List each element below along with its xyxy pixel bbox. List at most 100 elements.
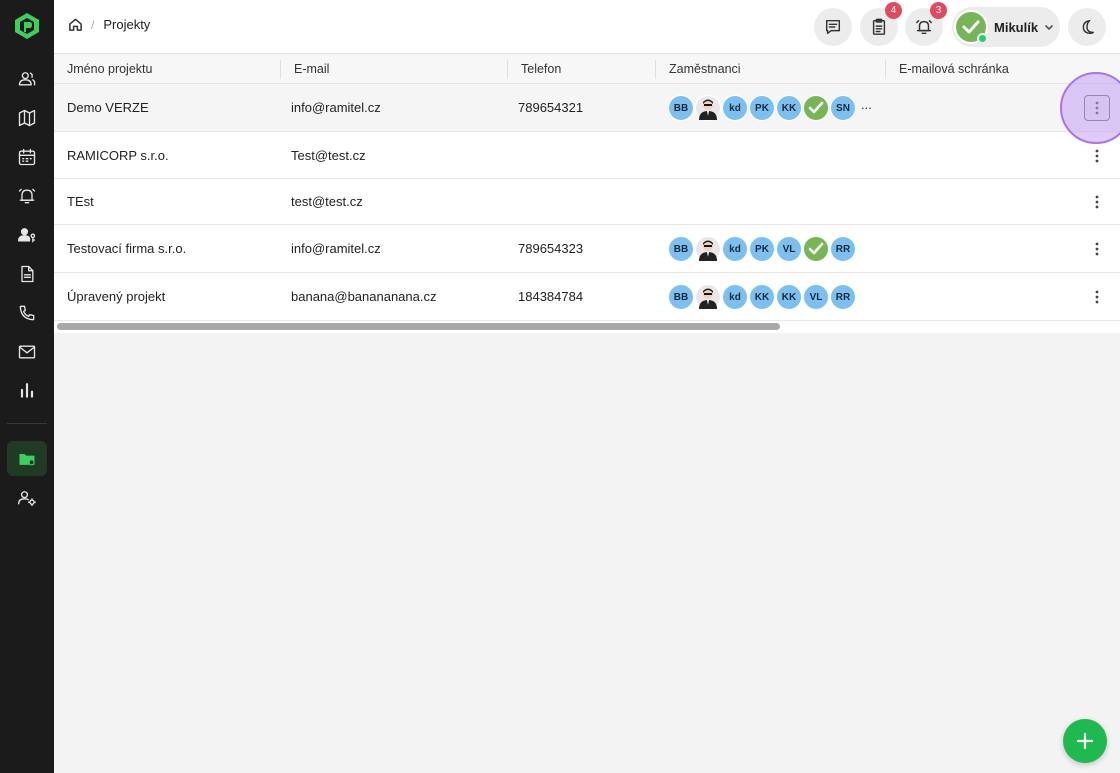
employee-avatar[interactable]: KK (776, 284, 802, 310)
breadcrumb-current: Projekty (103, 17, 151, 32)
project-email: Test@test.cz (291, 148, 366, 163)
employee-avatar[interactable]: RR (830, 236, 856, 262)
table-header: Jméno projektu E-mail Telefon Zaměstnanc… (54, 55, 1120, 84)
row-menu-button[interactable] (1084, 236, 1110, 262)
employee-avatar[interactable]: BB (668, 236, 694, 262)
tasks-button[interactable]: 4 (860, 2, 902, 46)
employee-avatar-photo[interactable] (695, 95, 721, 121)
project-phone: 184384784 (518, 289, 584, 304)
project-phone: 789654323 (518, 241, 584, 256)
column-header-employees[interactable]: Zaměstnanci (655, 60, 741, 79)
employee-avatar[interactable]: KK (749, 284, 775, 310)
row-menu-button[interactable] (1084, 189, 1110, 215)
employee-avatar[interactable]: BB (668, 284, 694, 310)
project-name: Úpravený projekt (67, 289, 166, 304)
sidebar-users-icon[interactable] (15, 67, 39, 91)
more-employees-indicator: ... (861, 97, 872, 112)
breadcrumb: / Projekty (68, 17, 150, 32)
plus-icon (1076, 732, 1094, 750)
employee-avatar[interactable]: KK (776, 95, 802, 121)
employee-avatar[interactable]: VL (803, 284, 829, 310)
column-header-mailbox[interactable]: E-mailová schránka (885, 60, 1009, 79)
column-header-name[interactable]: Jméno projektu (54, 55, 152, 84)
column-header-phone[interactable]: Telefon (507, 60, 561, 79)
project-email: banana@banananana.cz (291, 289, 437, 304)
employee-avatar[interactable]: BB (668, 95, 694, 121)
notifications-badge: 3 (930, 2, 947, 19)
project-name: TEst (67, 194, 94, 209)
employee-avatar[interactable]: VL (776, 236, 802, 262)
sidebar-map-icon[interactable] (15, 106, 39, 130)
chat-button[interactable] (814, 8, 852, 46)
check-icon (808, 101, 824, 114)
clipboard-icon (872, 18, 886, 35)
bell-icon (916, 19, 932, 35)
more-vertical-icon (1095, 290, 1099, 304)
breadcrumb-separator: / (91, 17, 95, 32)
sidebar (0, 0, 54, 773)
sidebar-phone-icon[interactable] (15, 301, 39, 325)
employee-avatar[interactable]: kd (722, 236, 748, 262)
row-menu-button[interactable] (1084, 284, 1110, 310)
notifications-button[interactable]: 3 (905, 2, 947, 46)
employee-avatar[interactable]: PK (749, 95, 775, 121)
project-phone: 789654321 (518, 100, 584, 115)
employee-avatar[interactable]: kd (722, 95, 748, 121)
sidebar-user-key-icon[interactable] (15, 223, 39, 247)
theme-toggle-button[interactable] (1068, 8, 1106, 46)
sidebar-alarm-icon[interactable] (15, 184, 39, 208)
table-row[interactable]: Úpravený projekt banana@banananana.cz 1843… (54, 273, 1120, 321)
check-icon (808, 242, 824, 255)
table-row[interactable]: TEst test@test.cz (54, 179, 1120, 225)
top-header: / Projekty 4 3 Mikulík (54, 0, 1120, 54)
sidebar-divider (7, 423, 47, 424)
sidebar-user-settings-icon[interactable] (15, 486, 39, 510)
project-name: Demo VERZE (67, 100, 149, 115)
home-icon[interactable] (68, 17, 83, 32)
user-name: Mikulík (994, 19, 1039, 35)
employee-avatar[interactable]: kd (722, 284, 748, 310)
employee-avatar-photo[interactable] (695, 236, 721, 262)
table-row[interactable]: RAMICORP s.r.o. Test@test.cz (54, 133, 1120, 179)
table-row[interactable]: Testovací firma s.r.o. info@ramitel.cz 789… (54, 225, 1120, 273)
projects-table: Jméno projektu E-mail Telefon Zaměstnanc… (54, 55, 1120, 333)
employee-avatar[interactable]: RR (830, 284, 856, 310)
column-header-email[interactable]: E-mail (280, 60, 329, 79)
user-menu[interactable]: Mikulík (952, 7, 1060, 47)
more-vertical-icon (1095, 242, 1099, 256)
project-email: info@ramitel.cz (291, 100, 381, 115)
row-menu-button[interactable] (1084, 143, 1110, 169)
employee-avatar-photo[interactable] (695, 284, 721, 310)
add-project-button[interactable] (1063, 719, 1107, 763)
employee-avatar-check[interactable] (803, 95, 829, 121)
table-row[interactable]: Demo VERZE info@ramitel.cz 789654321 BB kd PK… (54, 84, 1120, 132)
project-name: RAMICORP s.r.o. (67, 148, 169, 163)
employee-avatars: BB kd KK KK VL RR (668, 284, 857, 310)
sidebar-bar-chart-icon[interactable] (15, 378, 39, 402)
horizontal-scrollbar[interactable] (57, 323, 780, 330)
project-name: Testovací firma s.r.o. (67, 241, 187, 256)
employee-avatars: BB kd PK KK SN... (668, 95, 872, 121)
online-status-dot (977, 33, 988, 44)
folder-icon (19, 453, 35, 465)
user-avatar (954, 10, 988, 44)
moon-icon (1082, 19, 1095, 35)
app-logo[interactable] (13, 12, 41, 40)
employee-avatar-check[interactable] (803, 236, 829, 262)
chevron-down-icon (1045, 24, 1054, 31)
person-photo-icon (699, 99, 717, 120)
chat-icon (825, 19, 841, 35)
more-vertical-icon (1095, 195, 1099, 209)
tasks-badge: 4 (885, 2, 902, 19)
sidebar-calendar-icon[interactable] (15, 145, 39, 169)
employee-avatars: BB kd PK VL RR (668, 236, 857, 262)
sidebar-document-icon[interactable] (15, 262, 39, 286)
employee-avatar[interactable]: SN (830, 95, 856, 121)
project-email: test@test.cz (291, 194, 363, 209)
more-vertical-icon (1095, 149, 1099, 163)
person-photo-icon (699, 288, 717, 309)
employee-avatar[interactable]: PK (749, 236, 775, 262)
sidebar-mail-icon[interactable] (15, 340, 39, 364)
project-email: info@ramitel.cz (291, 241, 381, 256)
sidebar-projects-active[interactable] (7, 441, 47, 476)
